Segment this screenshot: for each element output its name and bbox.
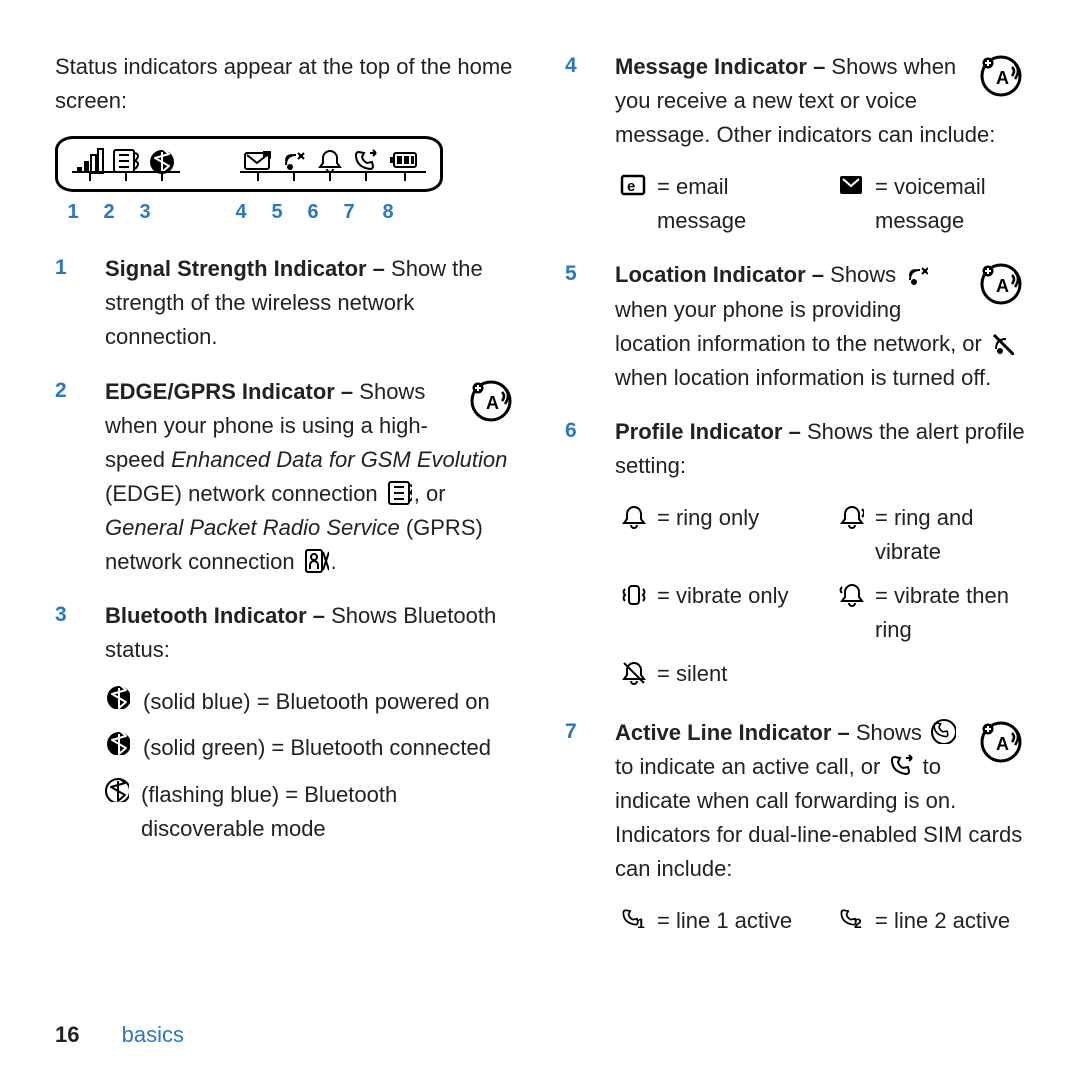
intro-text: Status indicators appear at the top of t… <box>55 50 515 118</box>
page-footer: 16 basics <box>55 1018 184 1052</box>
bluetooth-icon <box>106 731 130 755</box>
ring-only-icon <box>620 503 646 529</box>
section-name: basics <box>122 1022 184 1047</box>
item-4: 4 Message Indicator – Shows when you rec… <box>565 50 1025 238</box>
active-call-icon <box>930 718 956 744</box>
feature-badge-icon <box>979 262 1025 308</box>
gprs-icon <box>303 547 329 573</box>
bt-row-3: (flashing blue) = Bluetooth discoverable… <box>141 778 515 846</box>
item-1: 1 Signal Strength Indicator – Show the s… <box>55 252 515 354</box>
ring-vibrate-icon <box>838 503 864 529</box>
feature-badge-icon <box>979 54 1025 100</box>
bt-row-1: (solid blue) = Bluetooth powered on <box>143 685 490 719</box>
bt-row-2: (solid green) = Bluetooth connected <box>143 731 491 765</box>
feature-badge-icon <box>469 379 515 425</box>
item-5: 5 Location Indicator – Shows when your p… <box>565 258 1025 394</box>
silent-icon <box>620 659 646 685</box>
statusbar-diagram <box>55 136 443 192</box>
feature-badge-icon <box>979 720 1025 766</box>
diagram-numbers: 1 2 3 . 4 5 6 7 8 <box>55 197 515 228</box>
item-3: 3 Bluetooth Indicator – Shows Bluetooth … <box>55 599 515 858</box>
vibrate-then-ring-icon <box>838 581 864 607</box>
phone-fwd-icon <box>888 752 914 778</box>
page-number: 16 <box>55 1022 79 1047</box>
voicemail-icon <box>838 172 864 196</box>
location-on-icon <box>904 262 928 286</box>
item-2: 2 EDGE/GPRS Indicator – Shows when your … <box>55 375 515 580</box>
bluetooth-icon <box>106 685 130 709</box>
line2-icon <box>838 906 864 932</box>
edge-icon <box>386 479 412 505</box>
item-6: 6 Profile Indicator – Shows the alert pr… <box>565 415 1025 696</box>
vibrate-only-icon <box>620 581 646 607</box>
line1-icon <box>620 906 646 932</box>
item-7: 7 Active Line Indicator – Shows to indic… <box>565 716 1025 943</box>
location-off-icon <box>990 331 1014 355</box>
email-icon <box>620 172 646 196</box>
bluetooth-outline-icon <box>105 778 129 802</box>
